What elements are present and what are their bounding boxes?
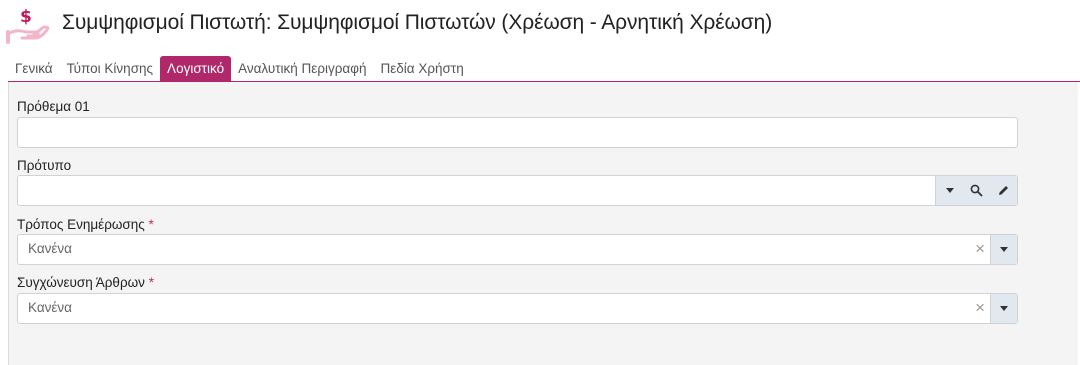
template-dropdown-button[interactable] [936,176,963,205]
tab-detailed-description[interactable]: Αναλυτική Περιγραφή [231,56,373,82]
merge-entries-select[interactable]: Κανένα × [17,293,1018,324]
tab-general[interactable]: Γενικά [8,56,60,82]
chevron-down-icon [945,188,954,193]
template-buttons [935,176,1017,205]
template-edit-button[interactable] [990,176,1017,205]
tab-user-fields[interactable]: Πεδία Χρήστη [374,56,471,82]
chevron-down-icon [1000,247,1008,252]
template-lookup[interactable] [17,175,1018,206]
page-title: Συμψηφισμοί Πιστωτή: Συμψηφισμοί Πιστωτώ… [62,11,773,34]
prefix-input[interactable] [17,117,1018,148]
prefix-label: Πρόθεμα 01 [17,99,90,114]
required-mark: * [148,217,154,232]
tab-accounting[interactable]: Λογιστικό [160,56,232,82]
tab-bar: Γενικά Τύποι Κίνησης Λογιστικό Αναλυτική… [8,56,471,82]
clear-icon[interactable]: × [975,240,985,258]
merge-entries-label-text: Συγχώνευση Άρθρων [17,275,145,290]
pencil-icon [999,186,1008,195]
template-label: Πρότυπο [17,158,72,173]
accounting-panel: Πρόθεμα 01 Πρότυπο Τρόπος Ενημέρωσης * Κ… [8,82,1078,365]
merge-entries-dropdown-button[interactable] [990,294,1017,323]
tab-movement-types[interactable]: Τύποι Κίνησης [60,56,160,82]
clear-icon[interactable]: × [975,299,985,317]
page-header: $ Συμψηφισμοί Πιστωτή: Συμψηφισμοί Πιστω… [0,0,1080,56]
money-hand-icon: $ [6,7,50,44]
update-mode-label: Τρόπος Ενημέρωσης * [17,217,154,232]
template-search-button[interactable] [963,176,990,205]
dollar-sign: $ [20,7,32,27]
merge-entries-label: Συγχώνευση Άρθρων * [17,275,154,290]
update-mode-value: Κανένα [28,241,72,256]
chevron-down-icon [1000,306,1008,311]
required-mark: * [148,275,154,290]
search-icon [970,184,983,197]
update-mode-dropdown-button[interactable] [990,235,1017,264]
update-mode-label-text: Τρόπος Ενημέρωσης [17,217,145,232]
merge-entries-value: Κανένα [28,300,72,315]
update-mode-select[interactable]: Κανένα × [17,234,1018,265]
